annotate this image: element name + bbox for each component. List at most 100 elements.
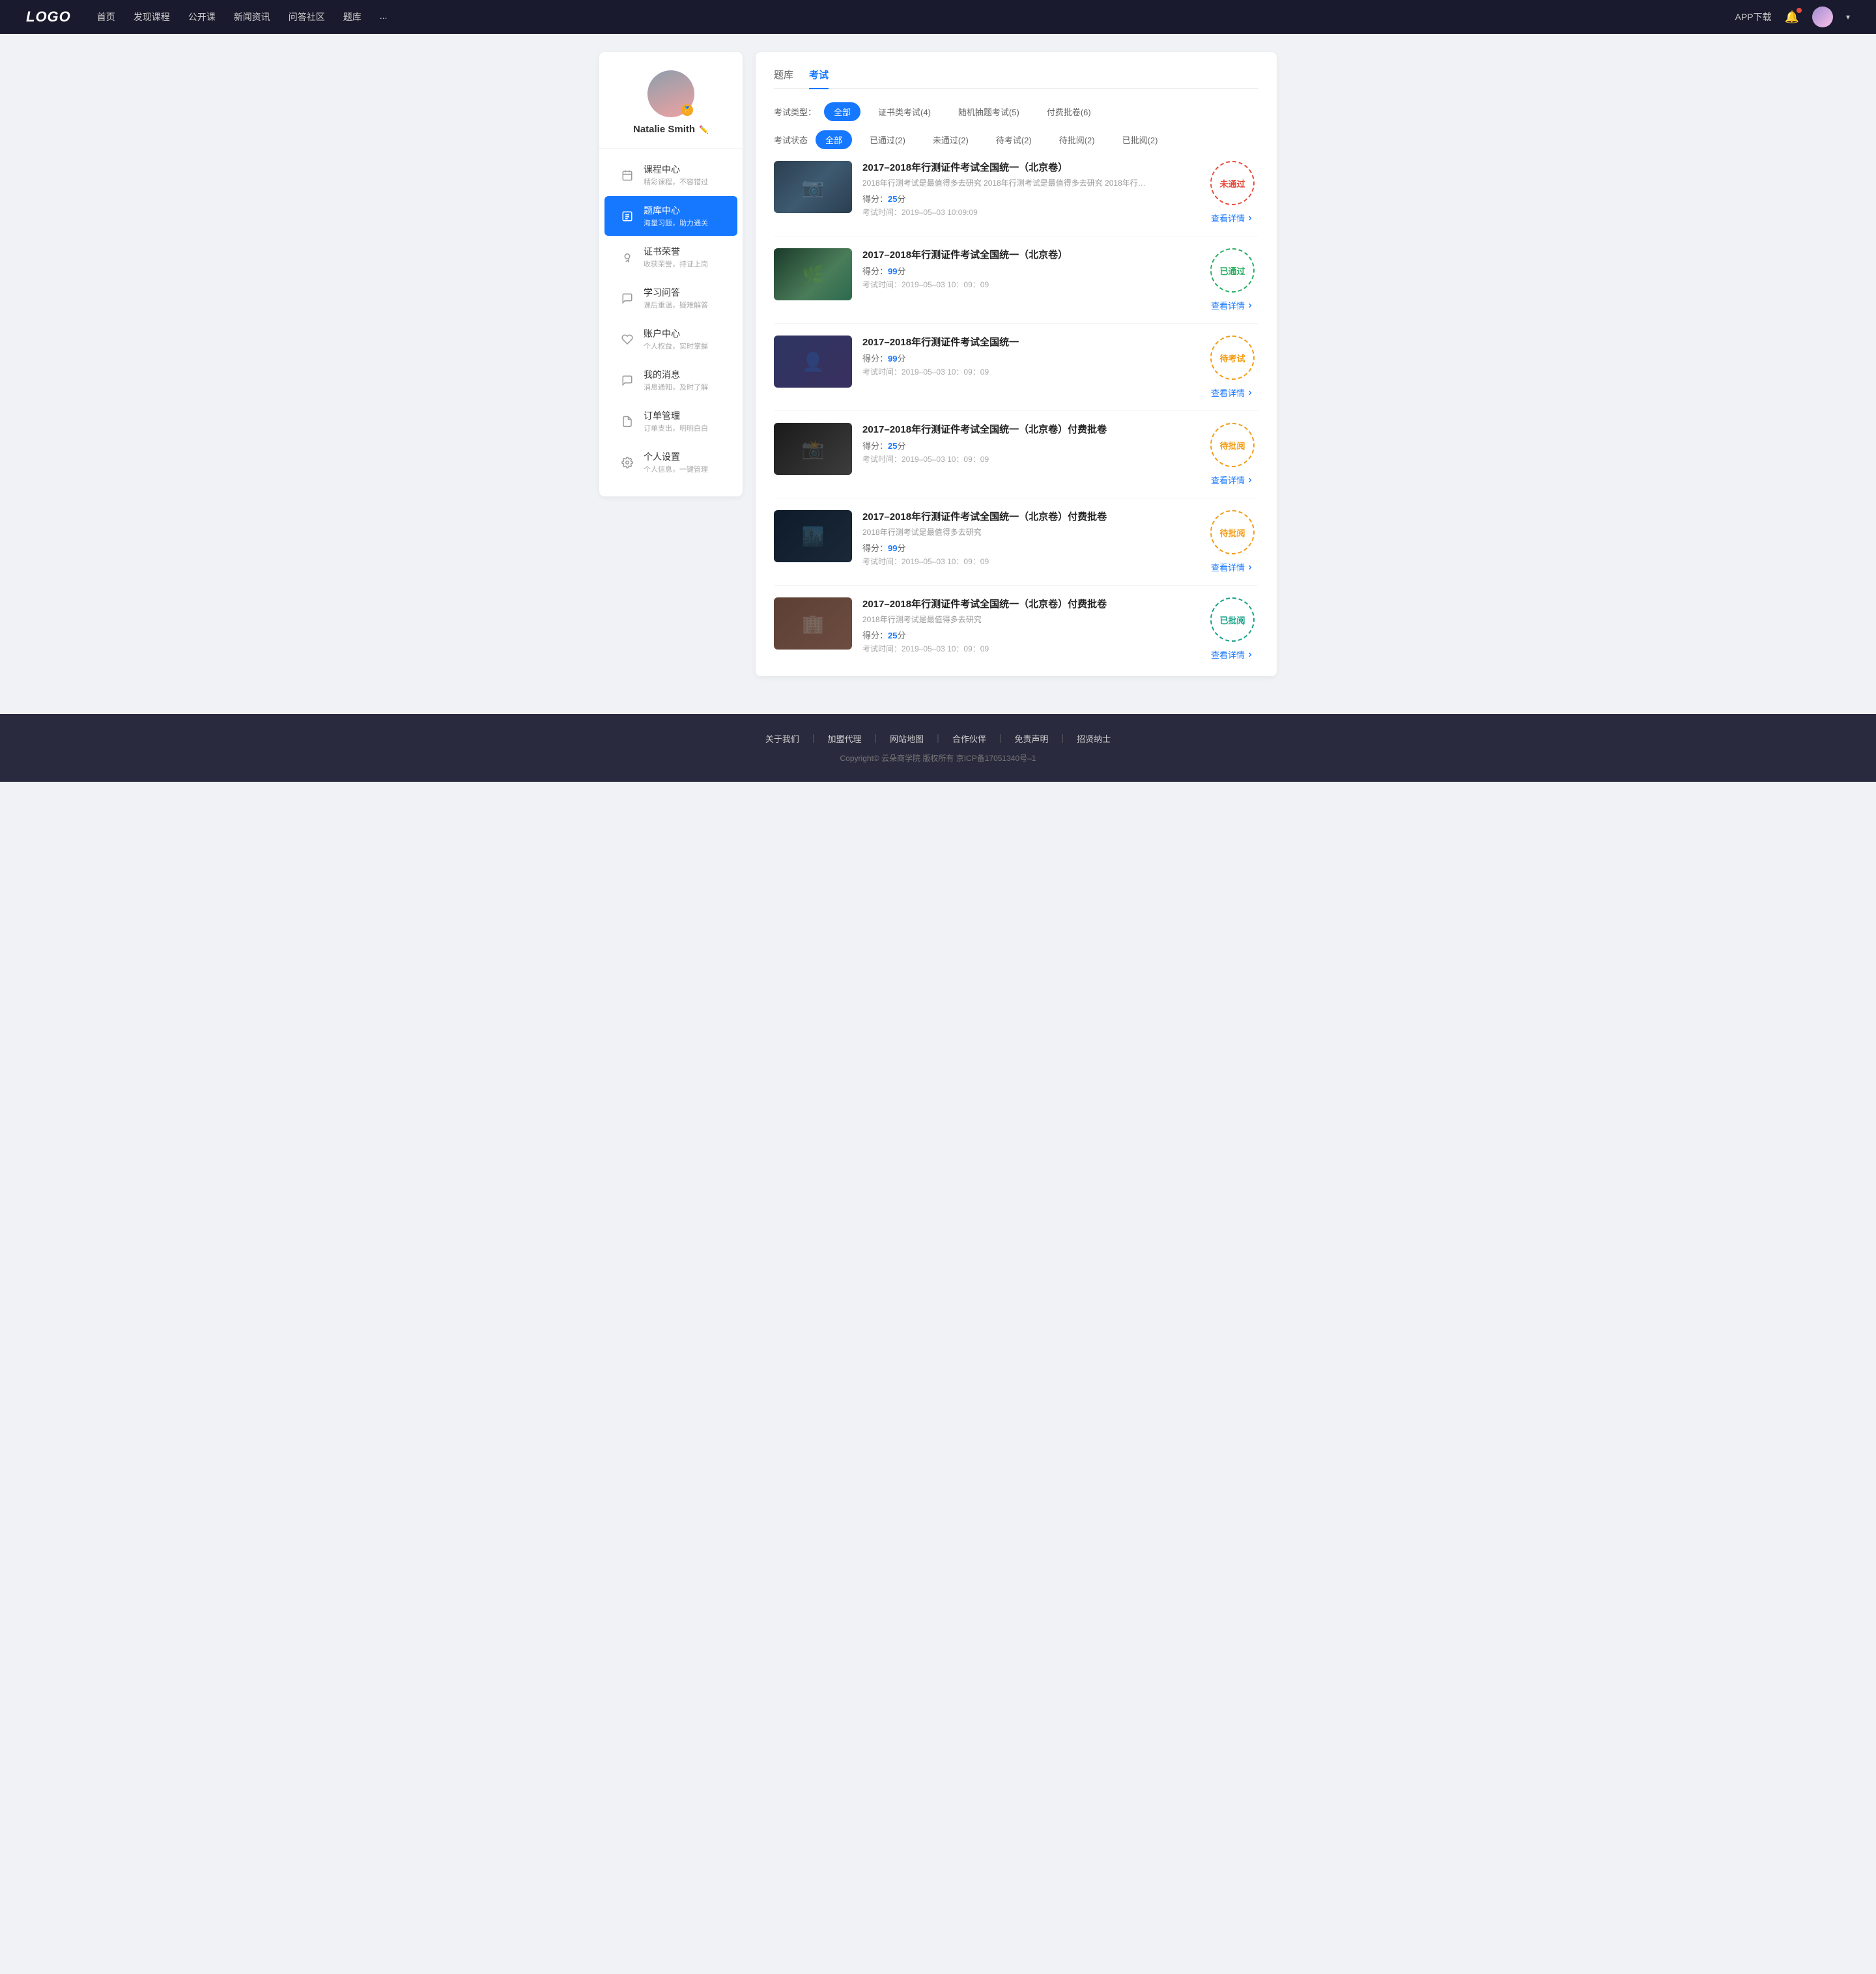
exam-right-1: 未通过 查看详情 xyxy=(1206,161,1258,224)
sidebar-item-qa[interactable]: 学习问答 课后重温，疑难解答 xyxy=(604,278,737,318)
exam-score-6: 得分：25分 xyxy=(862,629,1196,641)
nav-home[interactable]: 首页 xyxy=(97,10,115,23)
account-icon xyxy=(620,332,634,347)
sidebar-item-order[interactable]: 订单管理 订单支出，明明白白 xyxy=(604,401,737,441)
exam-time-4: 考试时间：2019–05–03 10：09：09 xyxy=(862,453,1196,465)
exam-score-4: 得分：25分 xyxy=(862,439,1196,451)
status-filter-all[interactable]: 全部 xyxy=(816,130,852,149)
nav-qa[interactable]: 问答社区 xyxy=(289,10,325,23)
footer-copyright: Copyright© 云朵商学院 版权所有 京ICP备17051340号–1 xyxy=(13,752,1863,764)
sidebar-item-message[interactable]: 我的消息 消息通知，及时了解 xyxy=(604,360,737,400)
settings-text: 个人设置 个人信息，一键管理 xyxy=(644,450,708,474)
calendar-icon xyxy=(620,168,634,182)
sidebar-item-cert[interactable]: 证书荣誉 收获荣誉，持证上岗 xyxy=(604,237,737,277)
exam-item: 🏢 2017–2018年行测证件考试全国统一（北京卷）付费批卷 2018年行测考… xyxy=(774,597,1258,661)
exam-item: 📷 2017–2018年行测证件考试全国统一（北京卷） 2018年行测考试是最值… xyxy=(774,161,1258,236)
status-filter-pending[interactable]: 待考试(2) xyxy=(986,130,1042,149)
exam-score-3: 得分：99分 xyxy=(862,352,1196,364)
exam-detail-link-3[interactable]: 查看详情 xyxy=(1211,386,1254,399)
tab-exam[interactable]: 考试 xyxy=(809,68,829,89)
exam-list: 📷 2017–2018年行测证件考试全国统一（北京卷） 2018年行测考试是最值… xyxy=(774,161,1258,661)
notification-bell[interactable]: 🔔 xyxy=(1785,10,1799,24)
tab-question-bank[interactable]: 题库 xyxy=(774,68,793,89)
order-sub: 订单支出，明明白白 xyxy=(644,423,708,433)
app-download-button[interactable]: APP下载 xyxy=(1735,10,1772,23)
exam-detail-link-4[interactable]: 查看详情 xyxy=(1211,474,1254,486)
message-icon xyxy=(620,373,634,388)
sidebar-menu: 课程中心 精彩课程，不容错过 题库中心 海量习题，助力通关 证书荣誉 xyxy=(599,155,743,482)
user-dropdown-arrow[interactable]: ▾ xyxy=(1846,12,1850,21)
user-avatar[interactable] xyxy=(1812,7,1833,27)
exam-time-3: 考试时间：2019–05–03 10：09：09 xyxy=(862,366,1196,377)
navbar-links: 首页 发现课程 公开课 新闻资讯 问答社区 题库 ... xyxy=(97,10,1735,23)
exam-info-3: 2017–2018年行测证件考试全国统一 得分：99分 考试时间：2019–05… xyxy=(862,336,1196,377)
exam-info-5: 2017–2018年行测证件考试全国统一（北京卷）付费批卷 2018年行测考试是… xyxy=(862,510,1196,567)
type-filter-paid[interactable]: 付费批卷(6) xyxy=(1037,102,1101,121)
status-filter-passed[interactable]: 已通过(2) xyxy=(860,130,915,149)
nav-discover[interactable]: 发现课程 xyxy=(134,10,170,23)
exam-detail-link-5[interactable]: 查看详情 xyxy=(1211,561,1254,573)
main-container: 🏅 Natalie Smith ✏️ 课程中心 精彩课程，不容错过 xyxy=(586,34,1290,694)
footer-sitemap[interactable]: 网站地图 xyxy=(890,732,924,745)
exam-detail-link-1[interactable]: 查看详情 xyxy=(1211,212,1254,224)
nav-open[interactable]: 公开课 xyxy=(188,10,216,23)
question-title: 题库中心 xyxy=(644,204,708,217)
message-sub: 消息通知，及时了解 xyxy=(644,382,708,392)
nav-question[interactable]: 题库 xyxy=(343,10,362,23)
type-filter-random[interactable]: 随机抽题考试(5) xyxy=(948,102,1029,121)
sidebar-item-account[interactable]: 账户中心 个人权益，实时掌握 xyxy=(604,319,737,359)
type-filter-all[interactable]: 全部 xyxy=(824,102,860,121)
exam-detail-link-2[interactable]: 查看详情 xyxy=(1211,299,1254,311)
sidebar: 🏅 Natalie Smith ✏️ 课程中心 精彩课程，不容错过 xyxy=(599,52,743,496)
exam-status-stamp-6: 已批阅 xyxy=(1210,597,1255,642)
footer-partners[interactable]: 合作伙伴 xyxy=(952,732,986,745)
sidebar-item-settings[interactable]: 个人设置 个人信息，一键管理 xyxy=(604,442,737,482)
footer-franchise[interactable]: 加盟代理 xyxy=(828,732,862,745)
sidebar-item-course[interactable]: 课程中心 精彩课程，不容错过 xyxy=(604,155,737,195)
footer-disclaimer[interactable]: 免责声明 xyxy=(1014,732,1048,745)
exam-right-5: 待批阅 查看详情 xyxy=(1206,510,1258,573)
exam-thumbnail-6: 🏢 xyxy=(774,597,852,650)
exam-detail-link-6[interactable]: 查看详情 xyxy=(1211,648,1254,661)
status-filter-row: 考试状态 全部 已通过(2) 未通过(2) 待考试(2) 待批阅(2) 已批阅(… xyxy=(774,130,1258,149)
exam-status-stamp-3: 待考试 xyxy=(1210,336,1255,380)
course-center-text: 课程中心 精彩课程，不容错过 xyxy=(644,163,708,187)
notification-badge xyxy=(1797,8,1802,13)
status-filter-failed[interactable]: 未通过(2) xyxy=(923,130,978,149)
sidebar-item-question[interactable]: 题库中心 海量习题，助力通关 xyxy=(604,196,737,236)
footer-about[interactable]: 关于我们 xyxy=(765,732,799,745)
type-filter-cert[interactable]: 证书类考试(4) xyxy=(868,102,941,121)
exam-item: 🌿 2017–2018年行测证件考试全国统一（北京卷） 得分：99分 考试时间：… xyxy=(774,248,1258,324)
account-sub: 个人权益，实时掌握 xyxy=(644,341,708,351)
exam-right-2: 已通过 查看详情 xyxy=(1206,248,1258,311)
exam-time-1: 考试时间：2019–05–03 10:09:09 xyxy=(862,207,1196,218)
order-title: 订单管理 xyxy=(644,409,708,422)
status-filter-reviewed[interactable]: 已批阅(2) xyxy=(1113,130,1168,149)
settings-title: 个人设置 xyxy=(644,450,708,463)
sidebar-username: Natalie Smith ✏️ xyxy=(633,124,709,135)
edit-icon[interactable]: ✏️ xyxy=(699,125,709,134)
nav-news[interactable]: 新闻资讯 xyxy=(234,10,270,23)
qa-title: 学习问答 xyxy=(644,286,708,299)
exam-right-4: 待批阅 查看详情 xyxy=(1206,423,1258,486)
navbar: LOGO 首页 发现课程 公开课 新闻资讯 问答社区 题库 ... APP下载 … xyxy=(0,0,1876,34)
footer-recruit[interactable]: 招贤纳士 xyxy=(1077,732,1111,745)
exam-info-4: 2017–2018年行测证件考试全国统一（北京卷）付费批卷 得分：25分 考试时… xyxy=(862,423,1196,465)
level-badge: 🏅 xyxy=(681,104,693,116)
exam-right-6: 已批阅 查看详情 xyxy=(1206,597,1258,661)
exam-desc-5: 2018年行测考试是最值得多去研究 xyxy=(862,526,1162,537)
exam-thumbnail-5: 🏙️ xyxy=(774,510,852,562)
order-icon xyxy=(620,414,634,429)
question-sub: 海量习题，助力通关 xyxy=(644,218,708,228)
status-filter-label: 考试状态 xyxy=(774,134,808,146)
cert-text: 证书荣誉 收获荣誉，持证上岗 xyxy=(644,245,708,269)
footer-links: 关于我们 | 加盟代理 | 网站地图 | 合作伙伴 | 免责声明 | 招贤纳士 xyxy=(13,732,1863,745)
username-text: Natalie Smith xyxy=(633,124,695,135)
exam-time-6: 考试时间：2019–05–03 10：09：09 xyxy=(862,643,1196,654)
status-filter-reviewing[interactable]: 待批阅(2) xyxy=(1049,130,1105,149)
sidebar-avatar-wrap: 🏅 xyxy=(647,70,694,117)
nav-more[interactable]: ... xyxy=(380,10,388,23)
avatar-image xyxy=(1812,7,1833,27)
exam-title-5: 2017–2018年行测证件考试全国统一（北京卷）付费批卷 xyxy=(862,510,1196,524)
message-text: 我的消息 消息通知，及时了解 xyxy=(644,368,708,392)
